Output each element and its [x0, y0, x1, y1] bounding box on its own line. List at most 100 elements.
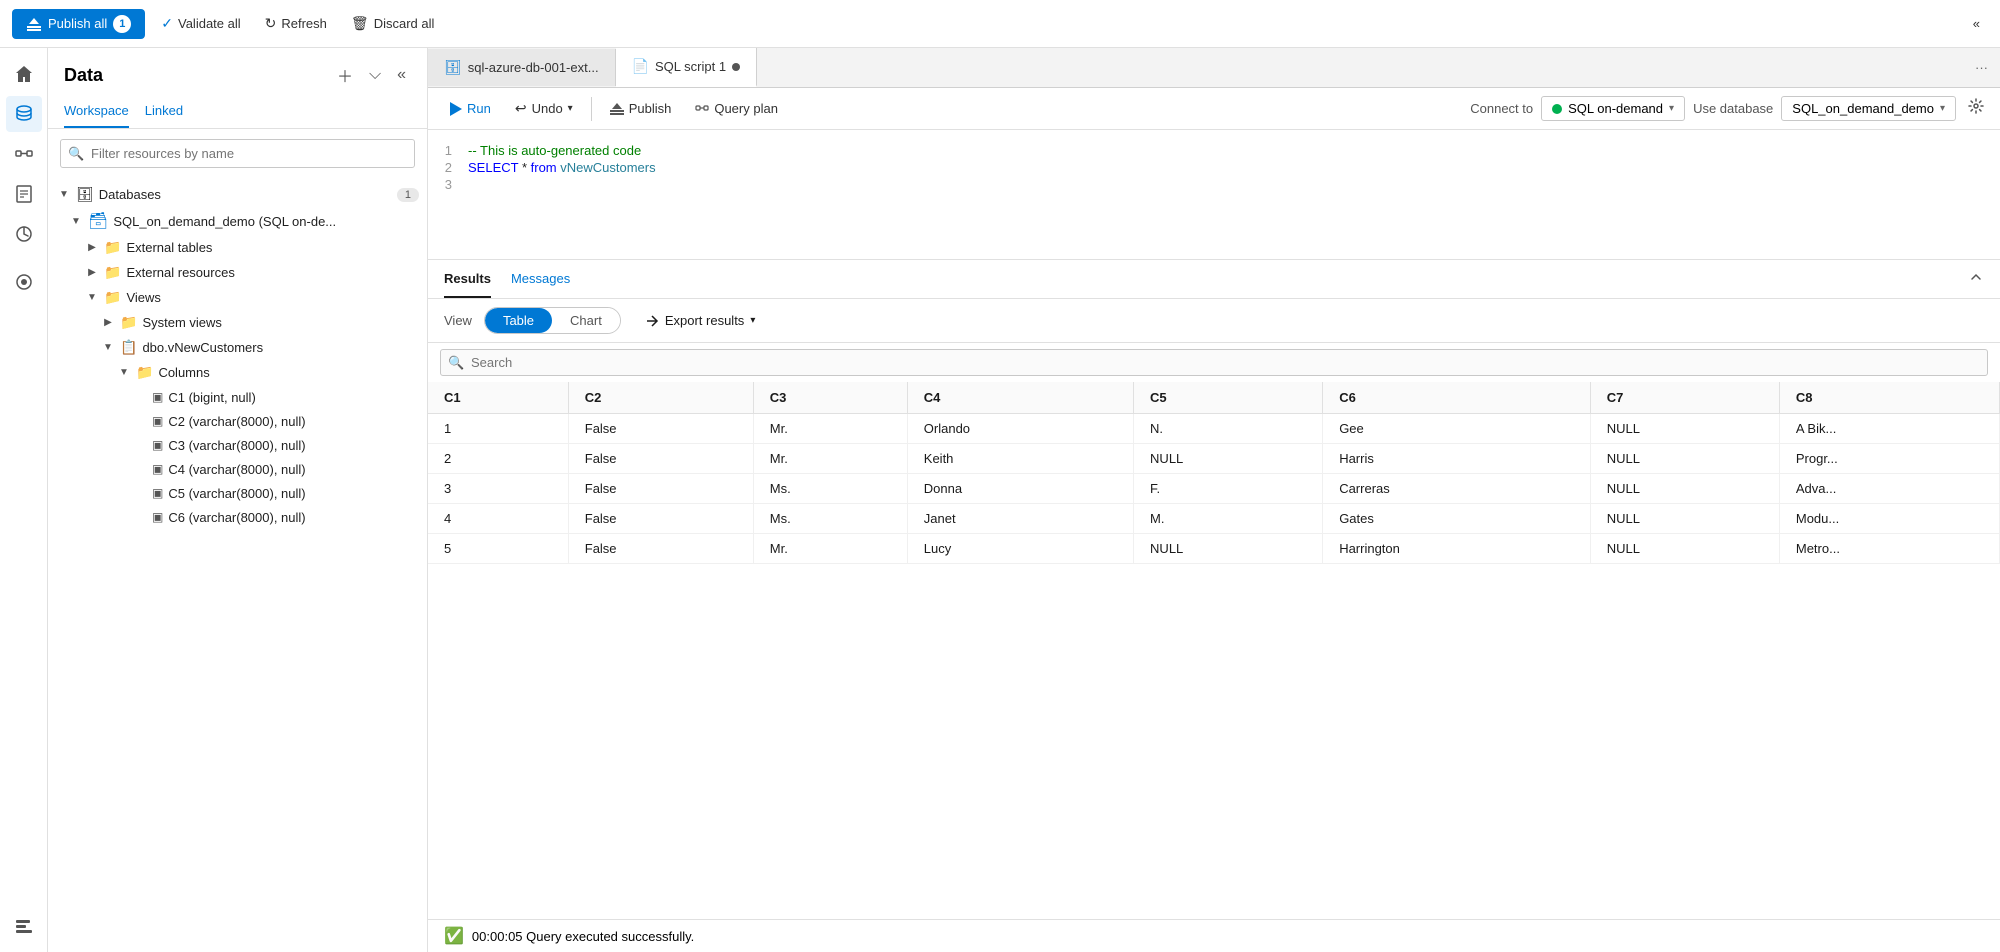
sql-db-icon: 🗃	[88, 211, 108, 231]
databases-count: 1	[397, 188, 419, 202]
cell-r1-c7: NULL	[1590, 414, 1779, 444]
cell-r4-c6: Gates	[1323, 504, 1591, 534]
connect-to-dropdown[interactable]: SQL on-demand ▾	[1541, 96, 1685, 121]
sidebar-item-home[interactable]	[6, 56, 42, 92]
publish-all-label: Publish all	[48, 16, 107, 31]
sql-azure-tab-icon: 🗄	[444, 59, 462, 76]
cell-r5-c3: Mr.	[753, 534, 907, 564]
sidebar-item-manage[interactable]	[6, 908, 42, 944]
sidebar-filter-button[interactable]: ⌵	[364, 63, 386, 87]
connect-to-label: Connect to	[1470, 101, 1533, 116]
query-plan-button[interactable]: Query plan	[685, 96, 788, 121]
cell-r5-c7: NULL	[1590, 534, 1779, 564]
tabs-more-button[interactable]: ···	[1963, 52, 2000, 83]
cell-r5-c1: 5	[428, 534, 568, 564]
external-tables-label: External tables	[126, 240, 212, 255]
settings-button[interactable]	[1964, 94, 1988, 123]
sidebar-item-pipeline[interactable]	[6, 136, 42, 172]
expand-sys-views-icon: ▶	[100, 315, 116, 331]
status-ok-icon: ✅	[444, 926, 464, 946]
discard-all-button[interactable]: 🗑 Discard all	[343, 11, 442, 36]
tree-item-system-views[interactable]: ▶ 📁 System views	[48, 310, 427, 335]
validate-all-button[interactable]: ✓ Validate all	[153, 11, 248, 36]
tree-item-sql-on-demand[interactable]: ▼ 🗃 SQL_on_demand_demo (SQL on-de...	[48, 207, 427, 235]
tree-item-c5[interactable]: ▶ ▣ C5 (varchar(8000), null)	[48, 481, 427, 505]
tab-workspace[interactable]: Workspace	[64, 94, 129, 128]
tree-item-views[interactable]: ▼ 📁 Views	[48, 285, 427, 310]
run-button[interactable]: Run	[440, 96, 501, 121]
sidebar-item-integrate[interactable]	[6, 216, 42, 252]
databases-label: Databases	[99, 187, 161, 202]
results-search-input[interactable]	[440, 349, 1988, 376]
cell-r3-c4: Donna	[907, 474, 1133, 504]
code-editor[interactable]: 1 -- This is auto-generated code 2 SELEC…	[428, 130, 2000, 260]
c5-label: C5 (varchar(8000), null)	[168, 486, 305, 501]
sidebar-search-input[interactable]	[60, 139, 415, 168]
tree-item-columns[interactable]: ▼ 📁 Columns	[48, 360, 427, 385]
tab-linked[interactable]: Linked	[145, 94, 183, 128]
tree-item-c3[interactable]: ▶ ▣ C3 (varchar(8000), null)	[48, 433, 427, 457]
results-tab-messages[interactable]: Messages	[511, 260, 570, 298]
discard-all-label: Discard all	[374, 16, 435, 31]
folder-icon-4: 📁	[120, 314, 137, 331]
use-database-dropdown[interactable]: SQL_on_demand_demo ▾	[1781, 96, 1956, 121]
cell-r2-c5: NULL	[1134, 444, 1323, 474]
tree-item-c2[interactable]: ▶ ▣ C2 (varchar(8000), null)	[48, 409, 427, 433]
sidebar-add-button[interactable]: ＋	[332, 60, 358, 90]
sidebar-collapse-button[interactable]: «	[392, 63, 411, 87]
publish-all-button[interactable]: Publish all 1	[12, 9, 145, 39]
undo-button[interactable]: ↩ Undo ▾	[505, 95, 583, 122]
export-results-button[interactable]: Export results ▾	[645, 313, 756, 328]
refresh-button[interactable]: ↻ Refresh	[257, 11, 335, 36]
line-number-1: 1	[428, 143, 468, 158]
tree-item-c6[interactable]: ▶ ▣ C6 (varchar(8000), null)	[48, 505, 427, 529]
cell-r4-c2: False	[568, 504, 753, 534]
query-plan-icon	[695, 102, 709, 116]
tree-item-external-tables[interactable]: ▶ 📁 External tables	[48, 235, 427, 260]
tab-sql-azure[interactable]: 🗄 sql-azure-db-001-ext...	[428, 49, 616, 86]
settings-icon	[1968, 98, 1984, 114]
results-collapse-button[interactable]	[1968, 269, 1984, 290]
c4-label: C4 (varchar(8000), null)	[168, 462, 305, 477]
refresh-icon: ↻	[265, 15, 277, 32]
databases-icon: 🗄	[76, 186, 94, 203]
col-header-c6: C6	[1323, 382, 1591, 414]
cell-r2-c1: 2	[428, 444, 568, 474]
table-row: 4FalseMs.JanetM.GatesNULLModu...	[428, 504, 2000, 534]
tab-sql-script-1[interactable]: 📄 SQL script 1	[616, 48, 757, 87]
table-header-row: C1 C2 C3 C4 C5 C6 C7 C8	[428, 382, 2000, 414]
content-area: 🗄 sql-azure-db-001-ext... 📄 SQL script 1…	[428, 48, 2000, 952]
cell-r4-c7: NULL	[1590, 504, 1779, 534]
chart-view-button[interactable]: Chart	[552, 308, 620, 333]
expand-databases-icon: ▼	[56, 187, 72, 203]
line-number-3: 3	[428, 177, 468, 192]
tree-item-external-resources[interactable]: ▶ 📁 External resources	[48, 260, 427, 285]
external-resources-label: External resources	[126, 265, 234, 280]
sidebar-item-develop[interactable]	[6, 176, 42, 212]
cell-r2-c2: False	[568, 444, 753, 474]
sidebar-item-data[interactable]	[6, 96, 42, 132]
tree-item-dbo-vnewcustomers[interactable]: ▼ 📋 dbo.vNewCustomers	[48, 335, 427, 360]
column-icon-c4: ▣	[152, 462, 163, 476]
collapse-right-button[interactable]: «	[1965, 12, 1988, 35]
cell-r4-c5: M.	[1134, 504, 1323, 534]
cell-r2-c7: NULL	[1590, 444, 1779, 474]
cell-r3-c2: False	[568, 474, 753, 504]
expand-ext-resources-icon: ▶	[84, 265, 100, 281]
sidebar-tree: ▼ 🗄 Databases 1 ▼ 🗃 SQL_on_demand_demo (…	[48, 178, 427, 952]
results-table-wrapper[interactable]: C1 C2 C3 C4 C5 C6 C7 C8 1FalseMr.Orlando…	[428, 382, 2000, 919]
publish-badge: 1	[113, 15, 131, 33]
col-header-c5: C5	[1134, 382, 1323, 414]
results-tab-results[interactable]: Results	[444, 260, 491, 298]
tree-item-c1[interactable]: ▶ ▣ C1 (bigint, null)	[48, 385, 427, 409]
undo-dropdown-icon: ▾	[568, 103, 573, 114]
sidebar-item-monitor[interactable]	[6, 264, 42, 300]
cell-r4-c4: Janet	[907, 504, 1133, 534]
publish-button[interactable]: Publish	[600, 96, 682, 121]
views-label: Views	[126, 290, 160, 305]
table-view-button[interactable]: Table	[485, 308, 552, 333]
tree-item-c4[interactable]: ▶ ▣ C4 (varchar(8000), null)	[48, 457, 427, 481]
tree-item-databases[interactable]: ▼ 🗄 Databases 1	[48, 182, 427, 207]
export-icon	[645, 314, 659, 328]
use-database-value: SQL_on_demand_demo	[1792, 101, 1934, 116]
